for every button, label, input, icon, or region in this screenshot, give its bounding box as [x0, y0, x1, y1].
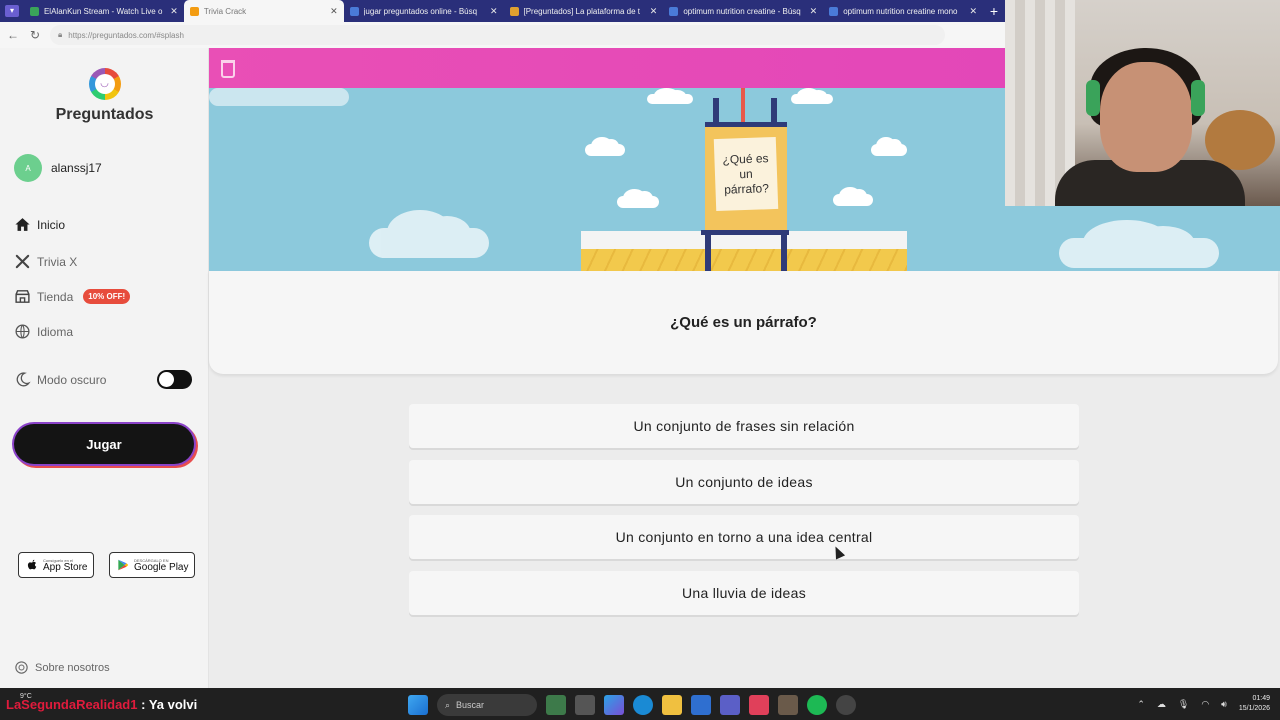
dark-mode-toggle[interactable] [157, 370, 192, 389]
mic-icon[interactable]: 🎙︎ [1178, 699, 1189, 710]
brand-name: Preguntados [55, 106, 154, 123]
apple-icon [27, 559, 37, 570]
tab-close-icon[interactable]: ✕ [490, 6, 498, 17]
user-profile[interactable]: A alanssj17 [14, 154, 102, 182]
globe-icon [15, 324, 30, 339]
new-tab-button[interactable]: + [983, 0, 1005, 22]
clock[interactable]: 01:49 15/1/2026 [1239, 694, 1270, 714]
google-play-icon [118, 559, 129, 571]
address-bar-row: ← ↻ 🔒︎ https://preguntados.com/#splash [0, 22, 1005, 48]
home-icon [15, 218, 30, 231]
chat-username: LaSegundaRealidad1 [6, 697, 138, 712]
copilot-icon[interactable] [604, 695, 624, 715]
question-text: ¿Qué es un párrafo? [670, 314, 817, 331]
browser-tab[interactable]: ElAlanKun Stream - Watch Live o ✕ [24, 0, 184, 22]
url-text: https://preguntados.com/#splash [68, 30, 184, 40]
tab-close-icon[interactable]: ✕ [330, 6, 338, 17]
tray-chevron-icon[interactable]: ⌃ [1137, 699, 1145, 710]
widgets-icon[interactable] [546, 695, 566, 715]
tab-favicon-icon [669, 6, 679, 16]
sidebar-item-inicio[interactable]: Inicio [14, 216, 65, 233]
browser-tab[interactable]: optimum nutrition creatine mono ✕ [823, 0, 983, 22]
google-play-button[interactable]: DESCÁRGALO EN Google Play [109, 552, 196, 578]
reload-icon[interactable]: ↻ [28, 28, 42, 42]
browser-tab[interactable]: jugar preguntados online - Búsq ✕ [344, 0, 504, 22]
webcam-overlay [1005, 0, 1280, 206]
sidebar-item-tienda[interactable]: Tienda 10% OFF! [14, 288, 131, 305]
tab-close-icon[interactable]: ✕ [969, 6, 977, 17]
avatar: A [14, 154, 42, 182]
discount-badge: 10% OFF! [83, 289, 131, 304]
store-icon [15, 290, 30, 303]
play-button[interactable]: Jugar [14, 424, 194, 464]
task-view-icon[interactable] [575, 695, 595, 715]
windows-start-icon[interactable] [408, 695, 428, 715]
preguntados-wheel-icon: ◡ [88, 68, 121, 100]
lock-icon: 🔒︎ [58, 30, 63, 39]
answer-option[interactable]: Una lluvia de ideas [409, 571, 1079, 615]
chrome-icon[interactable] [836, 695, 856, 715]
tab-favicon-icon [29, 6, 39, 16]
browser-tab[interactable]: [Preguntados] La plataforma de t ✕ [504, 0, 664, 22]
easel-scene: ¿Qué es un párrafo? [581, 88, 907, 271]
trivia-x-icon [15, 254, 30, 269]
tab-close-icon[interactable]: ✕ [810, 6, 818, 17]
about-icon [15, 661, 28, 674]
system-tray: ⌃ ☁ 🎙︎ ◠ 🔊︎ 01:49 15/1/2026 [1137, 694, 1270, 714]
sidebar-item-trivia-x[interactable]: Trivia X [14, 253, 77, 270]
wifi-icon[interactable]: ◠ [1201, 699, 1209, 710]
tab-favicon-icon [189, 6, 199, 16]
tab-favicon-icon [829, 6, 839, 16]
back-arrow-icon[interactable]: ← [6, 28, 20, 42]
username: alanssj17 [51, 161, 102, 175]
taskbar: 9°C LaSegundaRealidad1 : Ya volvi ⌕ Busc… [0, 688, 1280, 720]
dark-mode-row: Modo oscuro [14, 371, 106, 388]
tab-close-icon[interactable]: ✕ [650, 6, 658, 17]
taskbar-apps: ⌕ Buscar [408, 694, 856, 716]
teams-icon[interactable] [720, 695, 740, 715]
answer-option[interactable]: Un conjunto de ideas [409, 460, 1079, 504]
mail-icon[interactable] [691, 695, 711, 715]
minecraft-icon[interactable] [778, 695, 798, 715]
sidebar: ◡ Preguntados A alanssj17 Inicio Trivia … [0, 48, 209, 688]
app-store-button[interactable]: Consíguelo en el App Store [18, 552, 95, 578]
board-question-text: ¿Qué es un párrafo? [713, 136, 779, 212]
browser-tab-active[interactable]: Trivia Crack ✕ [183, 0, 344, 22]
moon-icon [16, 372, 31, 387]
trash-icon[interactable] [221, 60, 235, 78]
tab-favicon-icon [349, 6, 359, 16]
category-banner [209, 48, 1005, 88]
answer-option[interactable]: Un conjunto en torno a una idea central [409, 515, 1079, 559]
browser-tab[interactable]: optimum nutrition creatine - Búsq ✕ [663, 0, 823, 22]
media-player-icon[interactable] [749, 695, 769, 715]
browser-menu-icon: ▾ [4, 5, 19, 17]
sidebar-item-idioma[interactable]: Idioma [14, 323, 73, 340]
file-explorer-icon[interactable] [662, 695, 682, 715]
browser-tab-strip: ▾ ElAlanKun Stream - Watch Live o ✕ Triv… [0, 0, 1005, 22]
onedrive-icon[interactable]: ☁ [1157, 699, 1166, 710]
edge-icon[interactable] [633, 695, 653, 715]
chat-message: : Ya volvi [141, 697, 198, 712]
taskbar-search[interactable]: ⌕ Buscar [437, 694, 537, 716]
about-link[interactable]: Sobre nosotros [14, 660, 110, 675]
spotify-icon[interactable] [807, 695, 827, 715]
brand-logo[interactable]: ◡ Preguntados [0, 68, 209, 124]
volume-icon[interactable]: 🔊︎ [1221, 699, 1227, 710]
search-icon: ⌕ [445, 699, 451, 710]
url-field[interactable]: 🔒︎ https://preguntados.com/#splash [50, 25, 945, 45]
question-card: ¿Qué es un párrafo? [209, 271, 1278, 374]
tab-favicon-icon [509, 6, 519, 16]
answer-option[interactable]: Un conjunto de frases sin relación [409, 404, 1079, 448]
tab-close-icon[interactable]: ✕ [170, 6, 178, 17]
browser-menu-button[interactable]: ▾ [0, 0, 24, 22]
chat-overlay: LaSegundaRealidad1 : Ya volvi [6, 697, 197, 712]
